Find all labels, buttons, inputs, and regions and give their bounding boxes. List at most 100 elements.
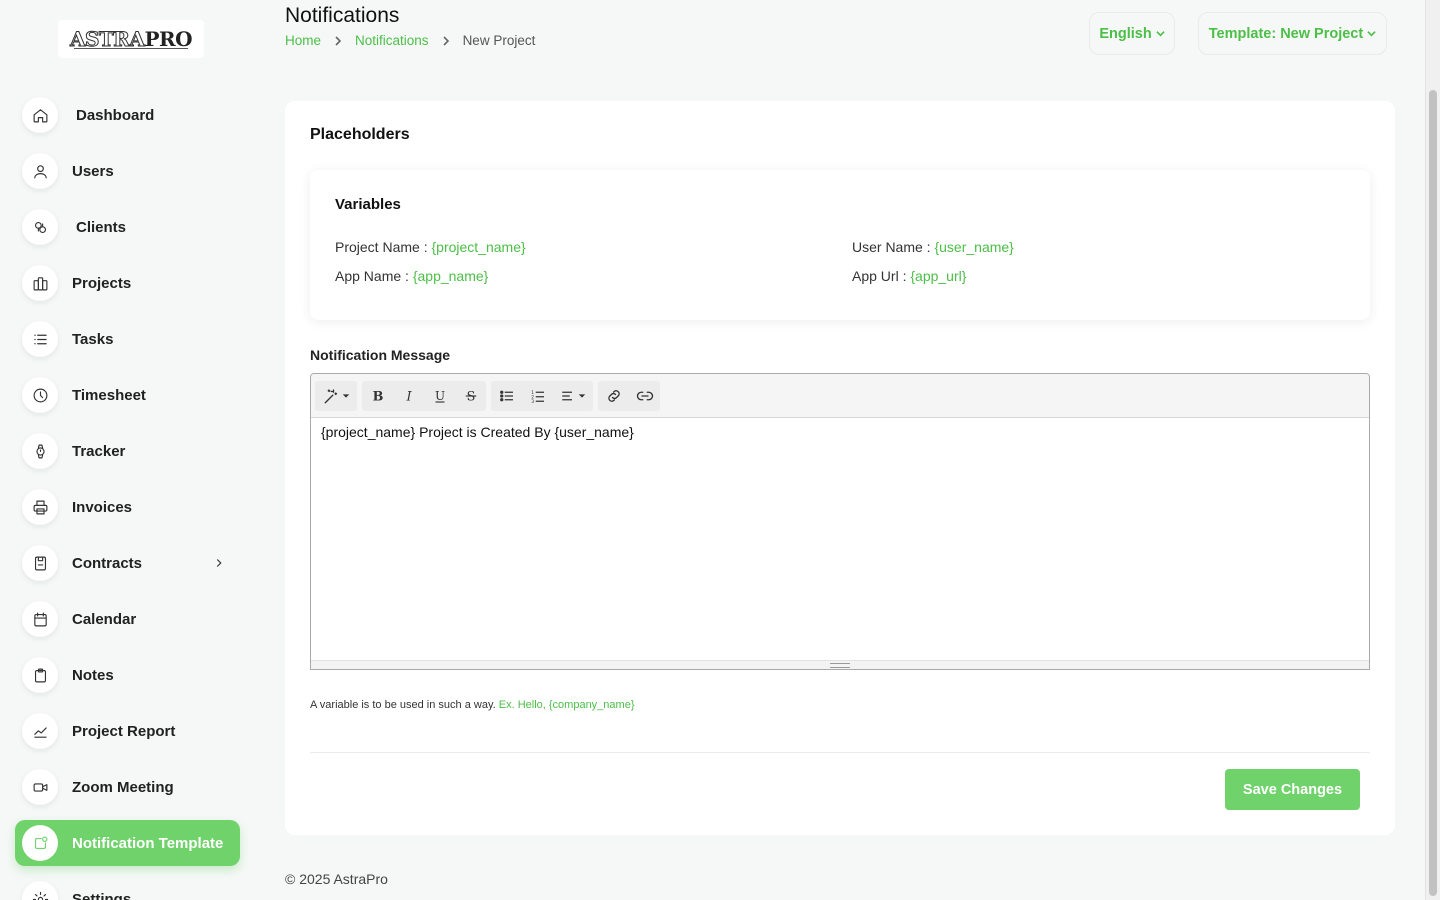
sidebar: ASTRAPRO Dashboard Users Clients Project…	[0, 0, 255, 900]
breadcrumb-current: New Project	[462, 33, 536, 48]
sidebar-item-label: Settings	[72, 890, 132, 900]
sidebar-nav: Dashboard Users Clients Projects Tasks T…	[15, 92, 240, 900]
sidebar-item-invoices[interactable]: Invoices	[15, 484, 240, 530]
variable-user-name: User Name : {user_name}	[852, 239, 1014, 255]
chevron-right-icon[interactable]	[212, 556, 226, 570]
divider	[310, 752, 1370, 753]
hint-example: Ex. Hello, {company_name}	[498, 699, 635, 711]
chevron-right-icon	[333, 35, 343, 46]
gear-icon	[22, 881, 58, 900]
underline-icon[interactable]: U	[424, 381, 455, 411]
svg-text:I: I	[405, 389, 412, 404]
numbered-list-icon[interactable]: 123	[522, 381, 553, 411]
sidebar-item-label: Project Report	[72, 722, 176, 740]
unlink-icon[interactable]	[629, 381, 660, 411]
clock-icon	[22, 377, 58, 413]
clients-icon	[22, 209, 58, 245]
link-icon[interactable]	[598, 381, 629, 411]
sidebar-item-label: Clients	[76, 218, 127, 236]
language-dropdown[interactable]: English	[1089, 12, 1175, 55]
message-editor-content[interactable]: {project_name} Project is Created By {us…	[321, 424, 634, 440]
italic-icon[interactable]: I	[393, 381, 424, 411]
sidebar-item-label: Dashboard	[76, 106, 155, 124]
sidebar-item-label: Invoices	[72, 498, 133, 516]
bullet-list-icon[interactable]	[491, 381, 522, 411]
sidebar-item-settings[interactable]: Settings	[15, 876, 240, 900]
sidebar-item-contracts[interactable]: Contracts	[15, 540, 240, 586]
contract-icon	[22, 545, 58, 581]
variables-panel: Variables Project Name : {project_name} …	[310, 170, 1370, 320]
sidebar-item-label: Projects	[72, 274, 132, 292]
strikethrough-icon[interactable]: S	[455, 381, 486, 411]
watch-icon	[22, 433, 58, 469]
printer-icon	[22, 489, 58, 525]
chart-line-icon	[22, 713, 58, 749]
sidebar-item-notification-template[interactable]: Notification Template	[15, 820, 240, 866]
sidebar-item-label: Timesheet	[72, 386, 146, 404]
notification-card: Placeholders Variables Project Name : {p…	[285, 101, 1395, 835]
sidebar-item-timesheet[interactable]: Timesheet	[15, 372, 240, 418]
chevron-down-icon	[1367, 29, 1376, 38]
hint-text: A variable is to be used in such a way.	[310, 699, 496, 711]
editor-resize-handle[interactable]	[311, 660, 1369, 669]
projects-icon	[22, 265, 58, 301]
sidebar-item-tracker[interactable]: Tracker	[15, 428, 240, 474]
rich-text-editor: B I U S 123 {project_name} Project is Cr…	[310, 373, 1370, 670]
sidebar-item-label: Tracker	[72, 442, 126, 460]
language-label: English	[1099, 25, 1152, 42]
video-icon	[22, 769, 58, 805]
svg-text:3: 3	[531, 398, 534, 404]
save-changes-button[interactable]: Save Changes	[1225, 769, 1360, 810]
magic-wand-icon[interactable]	[315, 381, 357, 411]
chevron-right-icon	[441, 35, 451, 46]
notification-message-label: Notification Message	[310, 347, 451, 363]
variable-value: {user_name}	[934, 239, 1014, 255]
sidebar-item-zoom-meeting[interactable]: Zoom Meeting	[15, 764, 240, 810]
sidebar-item-projects[interactable]: Projects	[15, 260, 240, 306]
sidebar-item-project-report[interactable]: Project Report	[15, 708, 240, 754]
home-icon	[22, 97, 58, 133]
template-dropdown[interactable]: Template: New Project	[1198, 12, 1387, 55]
sidebar-item-users[interactable]: Users	[15, 148, 240, 194]
calendar-icon	[22, 601, 58, 637]
sidebar-item-label: Calendar	[72, 610, 137, 628]
template-label: Template: New Project	[1208, 25, 1364, 42]
user-icon	[22, 153, 58, 189]
breadcrumb: Home Notifications New Project	[285, 33, 535, 48]
variable-value: {app_url}	[910, 268, 967, 284]
clipboard-icon	[22, 657, 58, 693]
variable-project-name: Project Name : {project_name}	[335, 239, 526, 255]
variable-label: User Name :	[852, 239, 931, 255]
variable-label: App Url :	[852, 268, 907, 284]
variables-title: Variables	[335, 196, 401, 213]
svg-text:B: B	[372, 389, 383, 404]
sidebar-item-label: Users	[72, 162, 114, 180]
variable-app-url: App Url : {app_url}	[852, 268, 966, 284]
chevron-down-icon	[1156, 29, 1165, 38]
sidebar-item-dashboard[interactable]: Dashboard	[15, 92, 240, 138]
svg-text:S: S	[466, 389, 475, 404]
footer-copyright: © 2025 AstraPro	[285, 871, 388, 887]
page-scrollbar[interactable]	[1425, 0, 1440, 900]
sidebar-item-clients[interactable]: Clients	[15, 204, 240, 250]
variable-value: {project_name}	[431, 239, 526, 255]
page-title: Notifications	[285, 4, 400, 27]
variable-value: {app_name}	[412, 268, 489, 284]
app-logo[interactable]: ASTRAPRO	[58, 20, 204, 58]
sidebar-item-label: Tasks	[72, 330, 114, 348]
variable-hint: A variable is to be used in such a way. …	[310, 699, 635, 711]
svg-text:U: U	[434, 388, 444, 402]
variable-label: Project Name :	[335, 239, 428, 255]
bold-icon[interactable]: B	[362, 381, 393, 411]
sidebar-item-tasks[interactable]: Tasks	[15, 316, 240, 362]
align-icon[interactable]	[553, 381, 593, 411]
scrollbar-thumb[interactable]	[1429, 90, 1437, 896]
variable-app-name: App Name : {app_name}	[335, 268, 488, 284]
breadcrumb-notifications[interactable]: Notifications	[355, 33, 429, 48]
sidebar-item-label: Zoom Meeting	[72, 778, 174, 796]
sidebar-item-calendar[interactable]: Calendar	[15, 596, 240, 642]
editor-toolbar: B I U S 123	[311, 374, 1369, 418]
variable-label: App Name :	[335, 268, 409, 284]
breadcrumb-home[interactable]: Home	[285, 33, 321, 48]
sidebar-item-notes[interactable]: Notes	[15, 652, 240, 698]
